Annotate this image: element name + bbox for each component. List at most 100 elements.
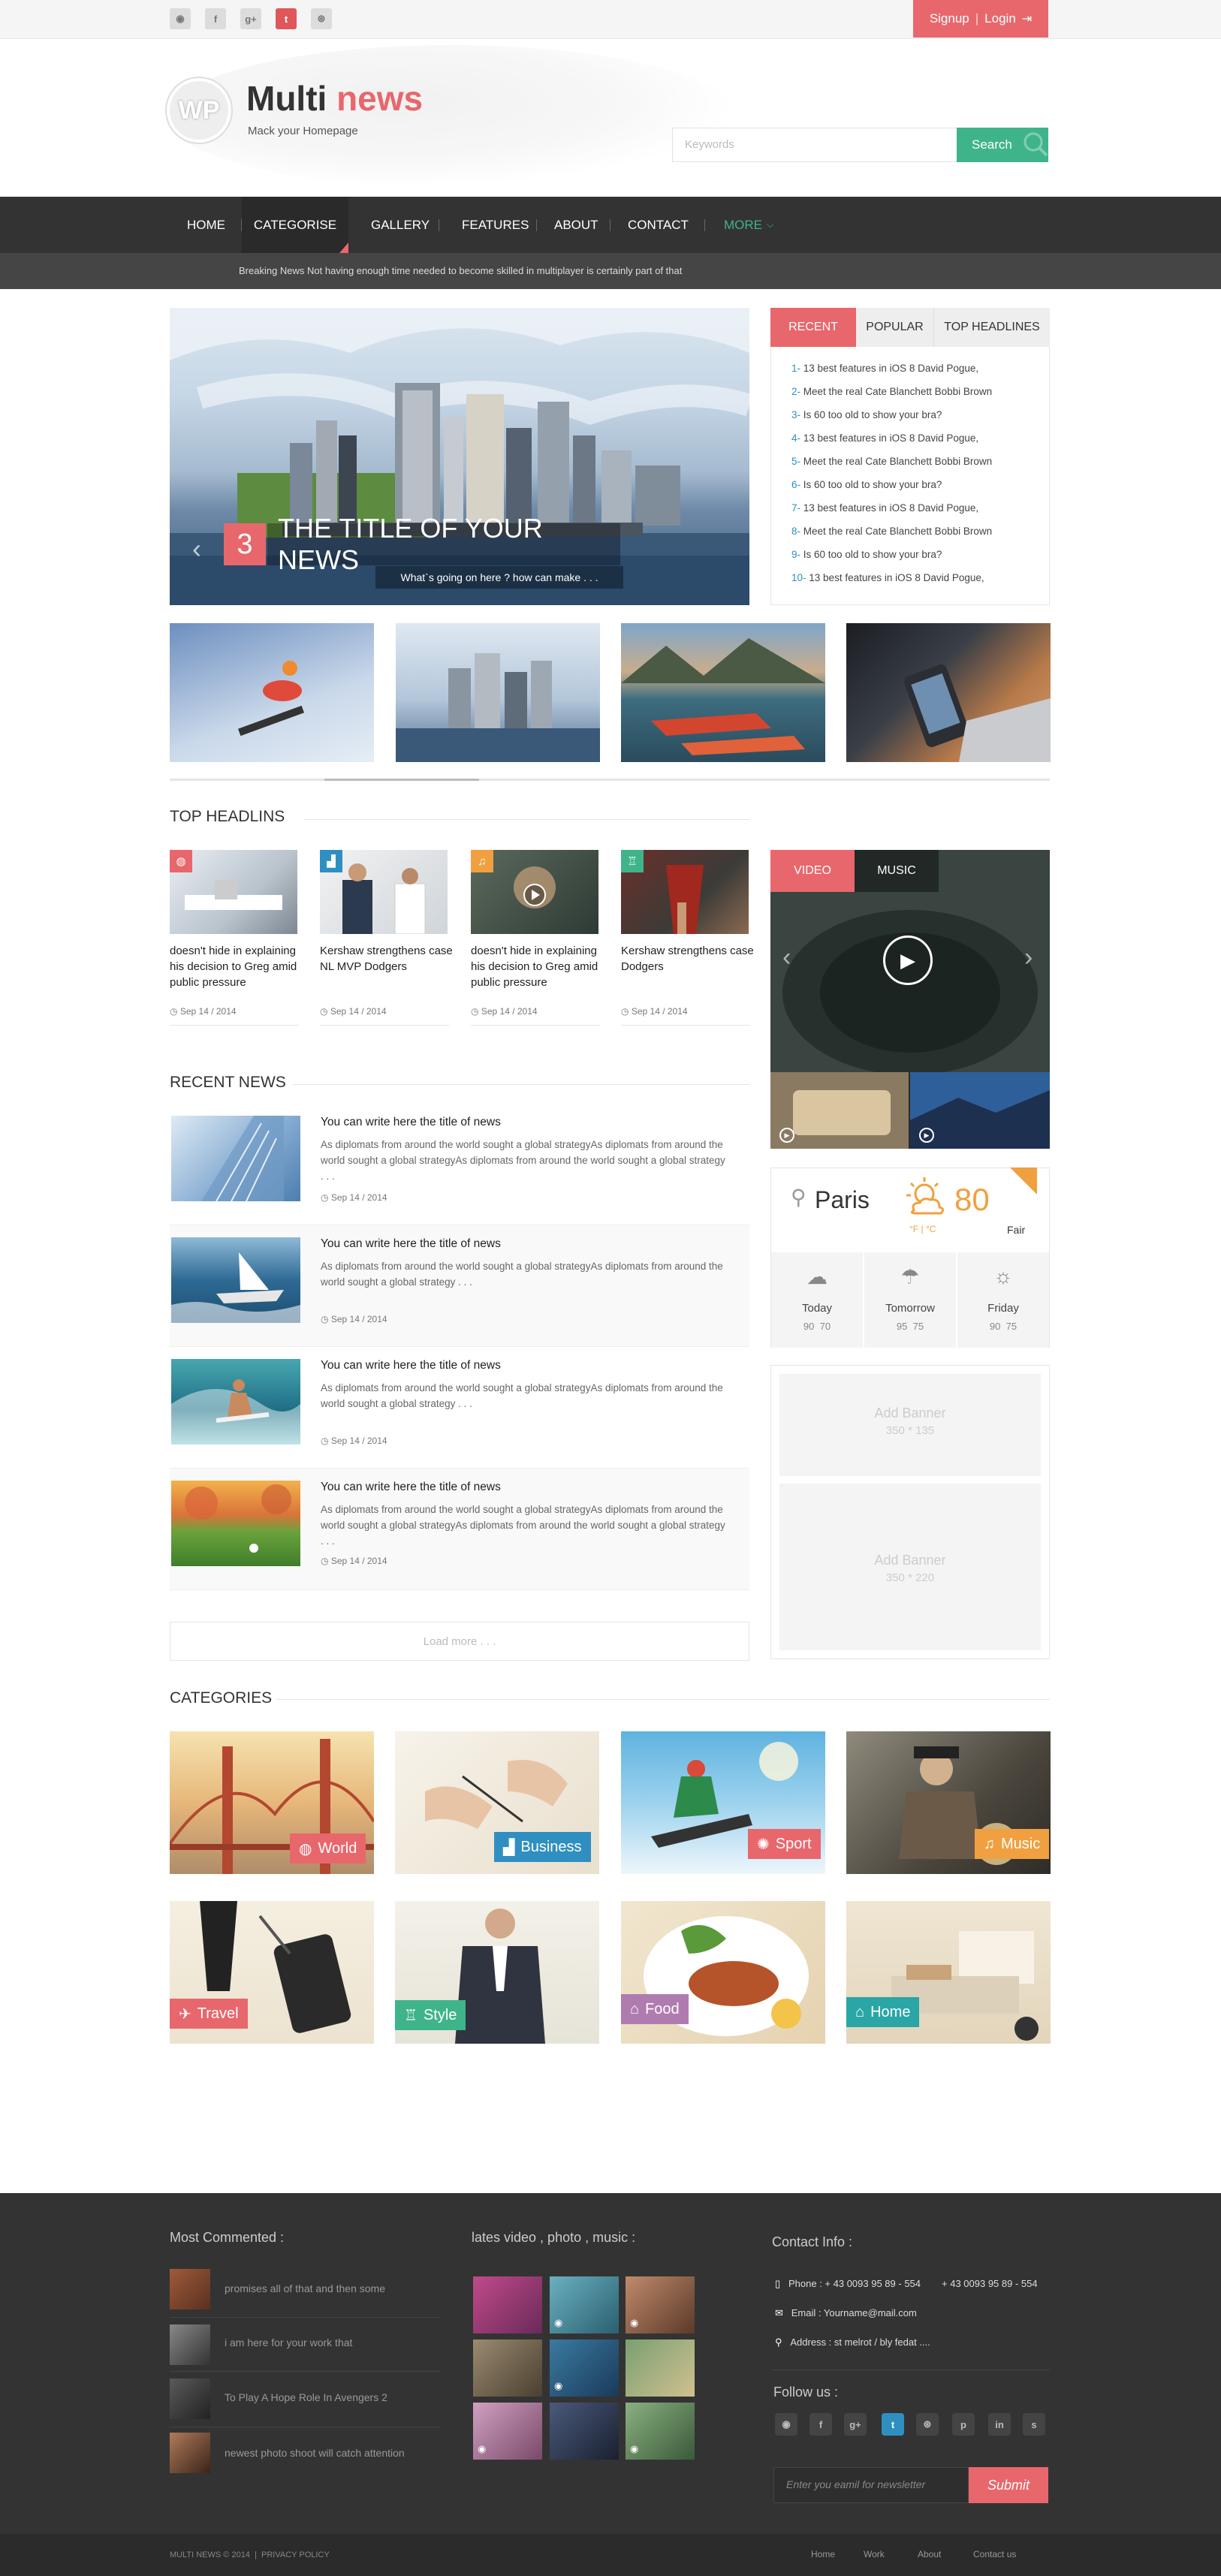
- slider-thumb[interactable]: [621, 623, 825, 762]
- google-plus-icon[interactable]: g+: [240, 8, 261, 29]
- most-commented-item[interactable]: To Play A Hope Role In Avengers 2: [225, 2391, 495, 2403]
- headline-item[interactable]: 6- Is 60 too old to show your bra?: [791, 479, 942, 490]
- dribbble-icon[interactable]: ⊛: [916, 2413, 939, 2436]
- facebook-icon[interactable]: f: [809, 2413, 832, 2436]
- footer-media-thumb[interactable]: [624, 2338, 696, 2398]
- site-title[interactable]: Multi news: [246, 78, 423, 119]
- recent-news-row[interactable]: You can write here the title of news As …: [170, 1469, 749, 1590]
- media-player[interactable]: ▶ ‹ › ▶ ▶: [770, 850, 1050, 1149]
- footer-media-thumb[interactable]: ◉: [624, 2275, 696, 2335]
- category-label[interactable]: ✺ Sport: [748, 1829, 821, 1859]
- headline-item[interactable]: 9- Is 60 too old to show your bra?: [791, 549, 942, 560]
- rss-icon[interactable]: ◉: [775, 2413, 797, 2436]
- twitter-icon[interactable]: t: [276, 8, 297, 29]
- recent-news-title[interactable]: You can write here the title of news: [321, 1237, 501, 1251]
- footer-media-thumb[interactable]: ◉: [548, 2338, 620, 2398]
- search-input[interactable]: Keywords: [672, 128, 957, 162]
- slide-title[interactable]: THE TITLE OF YOUR NEWS: [267, 513, 620, 575]
- tab-top-headlines[interactable]: TOP HEADLINES: [934, 308, 1050, 347]
- headline-card-text[interactable]: Kershaw strengthens case NL MVP Dodgers: [320, 943, 455, 975]
- headline-item[interactable]: 1- 13 best features in iOS 8 David Pogue…: [791, 363, 978, 374]
- category-label[interactable]: ⌂ Home: [846, 1997, 920, 2027]
- comment-avatar[interactable]: [170, 2433, 210, 2473]
- tab-recent[interactable]: RECENT: [770, 308, 856, 347]
- newsletter-submit-button[interactable]: Submit: [969, 2467, 1048, 2503]
- nav-home[interactable]: HOME: [187, 197, 225, 253]
- tab-music[interactable]: MUSIC: [855, 850, 939, 892]
- recent-news-row[interactable]: You can write here the title of news As …: [170, 1104, 749, 1225]
- comment-avatar[interactable]: [170, 2379, 210, 2419]
- nav-about[interactable]: ABOUT: [554, 197, 598, 253]
- most-commented-item[interactable]: i am here for your work that: [225, 2336, 495, 2349]
- nav-more[interactable]: MORE ⌵: [724, 197, 773, 253]
- footer-link-work[interactable]: Work: [864, 2549, 885, 2559]
- load-more-button[interactable]: Load more . . .: [170, 1622, 749, 1661]
- slider-thumb[interactable]: [846, 623, 1051, 762]
- contact-email[interactable]: ✉ Email : Yourname@mail.com: [775, 2307, 917, 2319]
- footer-media-thumb[interactable]: ◉: [624, 2401, 696, 2461]
- comment-avatar[interactable]: [170, 2324, 210, 2365]
- nav-gallery[interactable]: GALLERY: [371, 197, 430, 253]
- play-small-icon[interactable]: ▶: [779, 1128, 794, 1143]
- ad-banner-small[interactable]: Add Banner 350 * 135: [779, 1374, 1041, 1476]
- slider-prev-icon[interactable]: ‹: [192, 533, 201, 565]
- play-icon[interactable]: ▶: [883, 935, 933, 985]
- recent-news-row[interactable]: You can write here the title of news As …: [170, 1347, 749, 1469]
- headline-item[interactable]: 4- 13 best features in iOS 8 David Pogue…: [791, 432, 978, 444]
- rss-icon[interactable]: ◉: [170, 8, 191, 29]
- linkedin-icon[interactable]: in: [988, 2413, 1011, 2436]
- pinterest-icon[interactable]: p: [952, 2413, 975, 2436]
- plus-icon[interactable]: +: [1039, 1169, 1045, 1181]
- footer-link-contact[interactable]: Contact us: [973, 2549, 1016, 2559]
- headline-item[interactable]: 8- Meet the real Cate Blanchett Bobbi Br…: [791, 526, 992, 537]
- most-commented-item[interactable]: promises all of that and then some: [225, 2282, 495, 2294]
- tab-popular[interactable]: POPULAR: [856, 308, 934, 347]
- media-next-icon[interactable]: ›: [1024, 943, 1033, 972]
- recent-news-title[interactable]: You can write here the title of news: [321, 1116, 501, 1129]
- category-label[interactable]: ▟ Business: [494, 1832, 591, 1862]
- nav-contact[interactable]: CONTACT: [628, 197, 689, 253]
- footer-link-home[interactable]: Home: [811, 2549, 835, 2559]
- recent-news-image[interactable]: [171, 1116, 300, 1201]
- headline-item[interactable]: 5- Meet the real Cate Blanchett Bobbi Br…: [791, 456, 992, 467]
- newsletter-input[interactable]: Enter you eamil for newsletter: [773, 2467, 969, 2503]
- google-plus-icon[interactable]: g+: [844, 2413, 867, 2436]
- nav-features[interactable]: FEATURES: [462, 197, 529, 253]
- headline-item[interactable]: 2- Meet the real Cate Blanchett Bobbi Br…: [791, 386, 992, 397]
- headline-item[interactable]: 3- Is 60 too old to show your bra?: [791, 409, 942, 420]
- login-link[interactable]: Login: [984, 11, 1016, 26]
- slider-thumb[interactable]: [170, 623, 374, 762]
- recent-news-image[interactable]: [171, 1481, 300, 1566]
- nav-categorise[interactable]: CATEGORISE: [242, 197, 348, 253]
- footer-media-thumb[interactable]: ◉: [548, 2275, 620, 2335]
- slider-thumb[interactable]: [396, 623, 600, 762]
- facebook-icon[interactable]: f: [205, 8, 226, 29]
- footer-media-thumb[interactable]: [548, 2401, 620, 2461]
- headline-card-text[interactable]: doesn't hide in explaining his decision …: [471, 943, 606, 990]
- comment-avatar[interactable]: [170, 2269, 210, 2309]
- skype-icon[interactable]: s: [1023, 2413, 1045, 2436]
- media-prev-icon[interactable]: ‹: [782, 943, 791, 972]
- recent-news-image[interactable]: [171, 1359, 300, 1445]
- search-button[interactable]: Search: [957, 128, 1048, 162]
- recent-news-title[interactable]: You can write here the title of news: [321, 1359, 501, 1372]
- footer-media-thumb[interactable]: [472, 2275, 544, 2335]
- category-label[interactable]: ♫ Music: [975, 1829, 1050, 1859]
- dribbble-icon[interactable]: ⊛: [311, 8, 332, 29]
- logo-mark[interactable]: WP: [167, 78, 231, 143]
- privacy-link[interactable]: PRIVACY POLICY: [261, 2550, 330, 2559]
- ad-banner-large[interactable]: Add Banner 350 * 220: [779, 1484, 1041, 1650]
- recent-news-row[interactable]: You can write here the title of news As …: [170, 1225, 749, 1347]
- recent-news-title[interactable]: You can write here the title of news: [321, 1481, 501, 1494]
- category-label[interactable]: ♖ Style: [395, 2000, 466, 2030]
- tab-video[interactable]: VIDEO: [770, 850, 855, 892]
- play-small-icon[interactable]: ▶: [919, 1128, 934, 1143]
- headline-card-text[interactable]: Kershaw strengthens case Dodgers: [621, 943, 756, 975]
- signup-link[interactable]: Signup: [930, 11, 969, 26]
- category-label[interactable]: ◍ World: [290, 1833, 366, 1863]
- headline-item[interactable]: 7- 13 best features in iOS 8 David Pogue…: [791, 502, 978, 514]
- footer-media-thumb[interactable]: ◉: [472, 2401, 544, 2461]
- twitter-icon[interactable]: t: [882, 2413, 904, 2436]
- headline-card-text[interactable]: doesn't hide in explaining his decision …: [170, 943, 305, 990]
- footer-link-about[interactable]: About: [918, 2549, 941, 2559]
